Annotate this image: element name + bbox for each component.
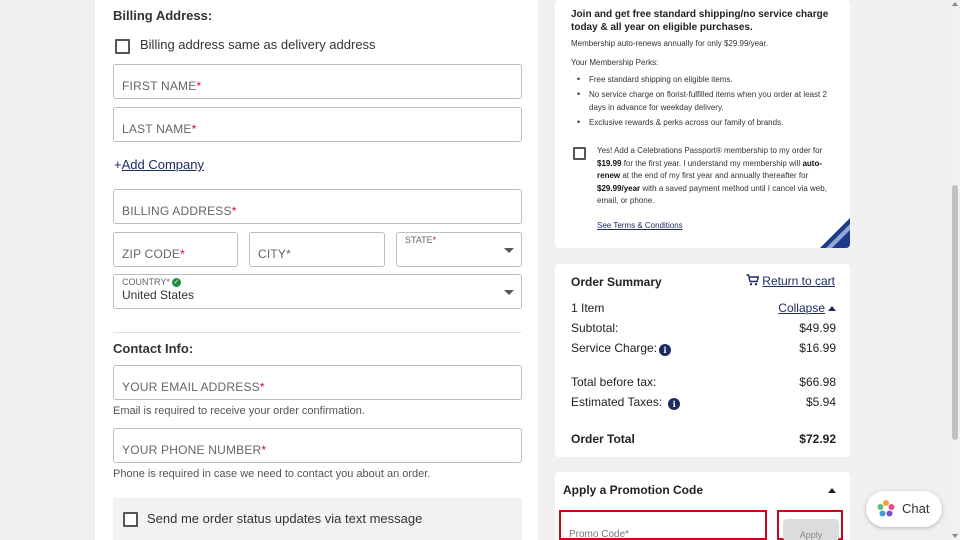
email-help-text: Email is required to receive your order … [113,405,365,417]
items-row: 1 Item Collapse [571,301,836,317]
total-before-tax-value: $66.98 [799,375,836,389]
scroll-thumb[interactable] [952,185,958,440]
subtotal-row: Subtotal: $49.99 [571,321,836,337]
subtotal-label: Subtotal: [571,321,619,335]
service-charge-row: Service Charge: i $16.99 [571,341,836,357]
order-summary-title: Order Summary [571,275,662,289]
check-circle-icon: ✓ [171,278,181,287]
membership-headline: Join and get free standard shipping/no s… [571,9,829,33]
order-summary-card [555,264,850,457]
chat-label: Chat [902,501,930,516]
chevron-down-icon [504,289,514,295]
return-to-cart-link[interactable]: Return to cart [746,274,835,288]
page-scrollbar[interactable] [950,0,960,540]
country-label: COUNTRY* ✓ [122,277,181,287]
billing-address-placeholder: BILLING ADDRESS* [122,204,237,218]
estimated-taxes-row: Estimated Taxes: i $5.94 [571,395,836,411]
membership-perks-title: Your Membership Perks: [571,58,659,67]
add-membership-text: Yes! Add a Celebrations Passport® member… [597,146,827,205]
chat-button[interactable]: Chat [866,491,942,527]
chat-flower-icon [877,500,895,517]
order-total-row: Order Total $72.92 [571,432,836,448]
membership-card: Join and get free standard shipping/no s… [555,0,850,248]
order-total-value: $72.92 [799,432,836,446]
sms-updates-label: Send me order status updates via text me… [147,511,423,526]
billing-address-input[interactable]: BILLING ADDRESS* [113,189,522,224]
add-company-label: Add Company [121,157,204,172]
section-divider [113,332,521,333]
apply-button-frame: Apply [777,510,843,540]
item-count: 1 Item [571,301,605,315]
membership-renew-note: Membership auto-renews annually for only… [571,39,768,48]
chevron-up-icon[interactable] [828,488,836,493]
cart-icon [746,274,760,286]
info-icon[interactable]: i [668,398,681,410]
contact-info-title: Contact Info: [113,341,194,356]
service-charge-label: Service Charge: i [571,341,672,356]
promo-code-placeholder: Promo Code* [569,529,630,540]
sms-updates-box: Send me order status updates via text me… [113,498,522,540]
sms-updates-checkbox[interactable] [123,512,138,527]
country-select[interactable]: COUNTRY* ✓ United States [113,274,522,309]
scroll-up-icon[interactable] [952,2,958,6]
add-membership-checkbox[interactable] [573,147,586,160]
last-name-placeholder: LAST NAME* [122,122,197,136]
estimated-taxes-label: Estimated Taxes: i [571,395,681,410]
phone-placeholder: YOUR PHONE NUMBER* [122,443,267,457]
scroll-down-icon[interactable] [952,534,958,538]
list-item: Exclusive rewards & perks across our fam… [571,116,841,129]
membership-perks-list: Free standard shipping on eligible items… [571,73,841,131]
first-name-input[interactable]: FIRST NAME* [113,64,522,99]
country-value: United States [122,288,195,302]
email-placeholder: YOUR EMAIL ADDRESS* [122,380,265,394]
zip-code-input[interactable]: ZIP CODE* [113,232,238,267]
billing-address-title: Billing Address: [113,8,213,23]
email-input[interactable]: YOUR EMAIL ADDRESS* [113,365,522,400]
chevron-up-icon [828,306,836,311]
last-name-input[interactable]: LAST NAME* [113,107,522,142]
plus-icon: + [114,157,122,172]
phone-input[interactable]: YOUR PHONE NUMBER* [113,428,522,463]
same-as-delivery-label: Billing address same as delivery address [140,37,376,52]
total-before-tax-row: Total before tax: $66.98 [571,375,836,391]
promo-code-title: Apply a Promotion Code [563,483,704,497]
apply-button[interactable]: Apply [783,519,839,540]
corner-ribbon-icon [820,218,850,248]
total-before-tax-label: Total before tax: [571,375,657,389]
add-company-link[interactable]: +Add Company [114,157,204,172]
zip-code-placeholder: ZIP CODE* [122,247,185,261]
phone-help-text: Phone is required in case we need to con… [113,468,431,480]
terms-link[interactable]: See Terms & Conditions [597,221,683,230]
city-placeholder: CITY* [258,247,292,261]
service-charge-value: $16.99 [799,341,836,355]
subtotal-value: $49.99 [799,321,836,335]
order-total-label: Order Total [571,432,635,446]
state-label: STATE* [405,235,437,245]
estimated-taxes-value: $5.94 [805,395,836,409]
promo-code-input[interactable]: Promo Code* [559,510,767,540]
list-item: No service charge on florist-fulfilled i… [571,88,841,114]
collapse-toggle[interactable]: Collapse [778,301,836,315]
sidebar-column: Join and get free standard shipping/no s… [555,0,850,540]
info-icon[interactable]: i [659,344,672,356]
same-as-delivery-checkbox[interactable] [115,39,130,54]
list-item: Free standard shipping on eligible items… [571,73,841,86]
chevron-down-icon [504,247,514,253]
city-input[interactable]: CITY* [249,232,385,267]
first-name-placeholder: FIRST NAME* [122,79,202,93]
state-select[interactable]: STATE* [396,232,522,267]
billing-form-panel: Billing Address: Billing address same as… [95,0,538,540]
